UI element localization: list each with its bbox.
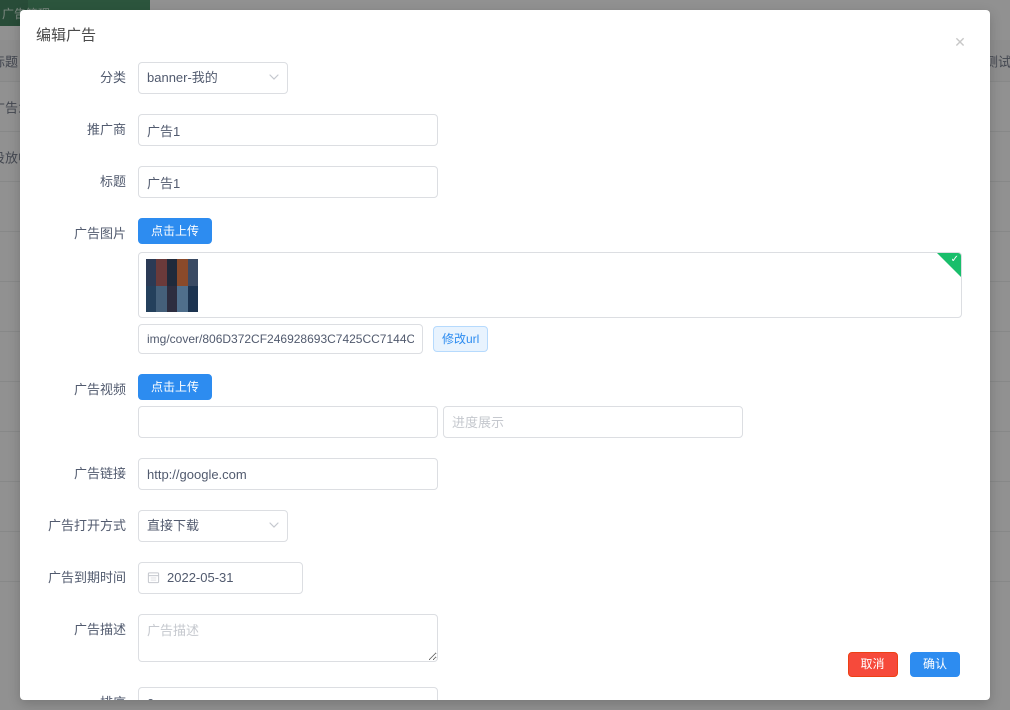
ad-image-url-row: 修改url	[138, 324, 962, 354]
thumb-tile	[187, 285, 198, 312]
form-row-ad-image: 广告图片 点击上传 ✓ img/cover/806D372CF246928693…	[20, 218, 990, 354]
calendar-icon	[147, 571, 160, 589]
form-row-category: 分类 banner-我的	[20, 62, 990, 94]
ad-image-url-input[interactable]	[138, 324, 423, 354]
expire-date-picker[interactable]: 2022-05-31	[138, 562, 303, 594]
control-ad-video: 点击上传	[138, 374, 743, 438]
form-row-open-mode: 广告打开方式 直接下载	[20, 510, 990, 542]
label-category: 分类	[99, 70, 126, 85]
label-description: 广告描述	[73, 622, 126, 637]
expire-date-value: 2022-05-31	[167, 570, 234, 585]
chevron-down-icon	[269, 511, 279, 528]
ad-link-input[interactable]	[138, 458, 438, 490]
thumb-tile	[166, 285, 178, 312]
edit-ad-dialog: 编辑广告 ✕ 分类 banner-我的 推广商 标题	[20, 10, 990, 700]
form-row-expire-time: 广告到期时间 2022-05-31	[20, 562, 990, 594]
control-category: banner-我的	[138, 62, 288, 94]
confirm-button[interactable]: 确认	[909, 652, 960, 677]
form-row-ad-video: 广告视频 点击上传	[20, 374, 990, 438]
label-title: 标题	[99, 174, 126, 189]
poster-collage-thumbnail[interactable]	[146, 259, 198, 312]
ad-image-upload-card[interactable]: ✓	[138, 252, 962, 318]
label-open-mode: 广告打开方式	[47, 518, 126, 533]
modify-url-button[interactable]: 修改url	[433, 326, 489, 352]
control-expire-time: 2022-05-31	[138, 562, 303, 594]
category-select[interactable]: banner-我的	[138, 62, 288, 94]
form-row-ad-link: 广告链接	[20, 458, 990, 490]
control-ad-link	[138, 458, 438, 490]
ad-video-progress-input[interactable]	[443, 406, 743, 438]
dialog-footer: 取消 确认	[20, 644, 990, 700]
control-title	[138, 166, 438, 198]
form-row-title: 标题	[20, 166, 990, 198]
control-advertiser	[138, 114, 438, 146]
category-select-value: banner-我的	[147, 70, 218, 85]
ad-video-upload-button[interactable]: 点击上传	[138, 374, 213, 400]
title-input[interactable]	[138, 166, 438, 198]
label-ad-image: 广告图片	[73, 226, 126, 241]
ad-video-inputs	[138, 406, 743, 438]
dialog-body: 分类 banner-我的 推广商 标题	[20, 62, 990, 700]
thumb-tile	[146, 285, 157, 312]
label-ad-video: 广告视频	[73, 382, 126, 397]
control-ad-image: 点击上传 ✓ img/cover/806D372CF246928693C7425…	[138, 218, 962, 354]
cancel-button[interactable]: 取消	[847, 652, 898, 677]
form-row-advertiser: 推广商	[20, 114, 990, 146]
thumb-tile	[187, 259, 198, 286]
label-advertiser: 推广商	[86, 122, 126, 137]
check-icon: ✓	[950, 254, 959, 265]
open-mode-select[interactable]: 直接下载	[138, 510, 288, 542]
advertiser-input[interactable]	[138, 114, 438, 146]
label-expire-time: 广告到期时间	[47, 570, 126, 585]
thumb-tile	[166, 259, 178, 286]
ad-image-upload-button[interactable]: 点击上传	[138, 218, 213, 244]
thumb-tile	[146, 259, 157, 286]
close-icon[interactable]: ✕	[938, 20, 982, 64]
thumb-tile	[177, 285, 188, 312]
thumbnail-grid	[146, 259, 198, 312]
control-open-mode: 直接下载	[138, 510, 288, 542]
ad-video-url-input[interactable]	[138, 406, 438, 438]
label-ad-link: 广告链接	[73, 466, 126, 481]
open-mode-select-value: 直接下载	[147, 518, 200, 533]
thumb-tile	[177, 259, 188, 286]
dialog-header: 编辑广告 ✕	[20, 10, 990, 62]
dialog-title: 编辑广告	[36, 27, 97, 44]
chevron-down-icon	[269, 63, 279, 80]
thumb-tile	[156, 285, 167, 312]
thumb-tile	[156, 259, 167, 286]
